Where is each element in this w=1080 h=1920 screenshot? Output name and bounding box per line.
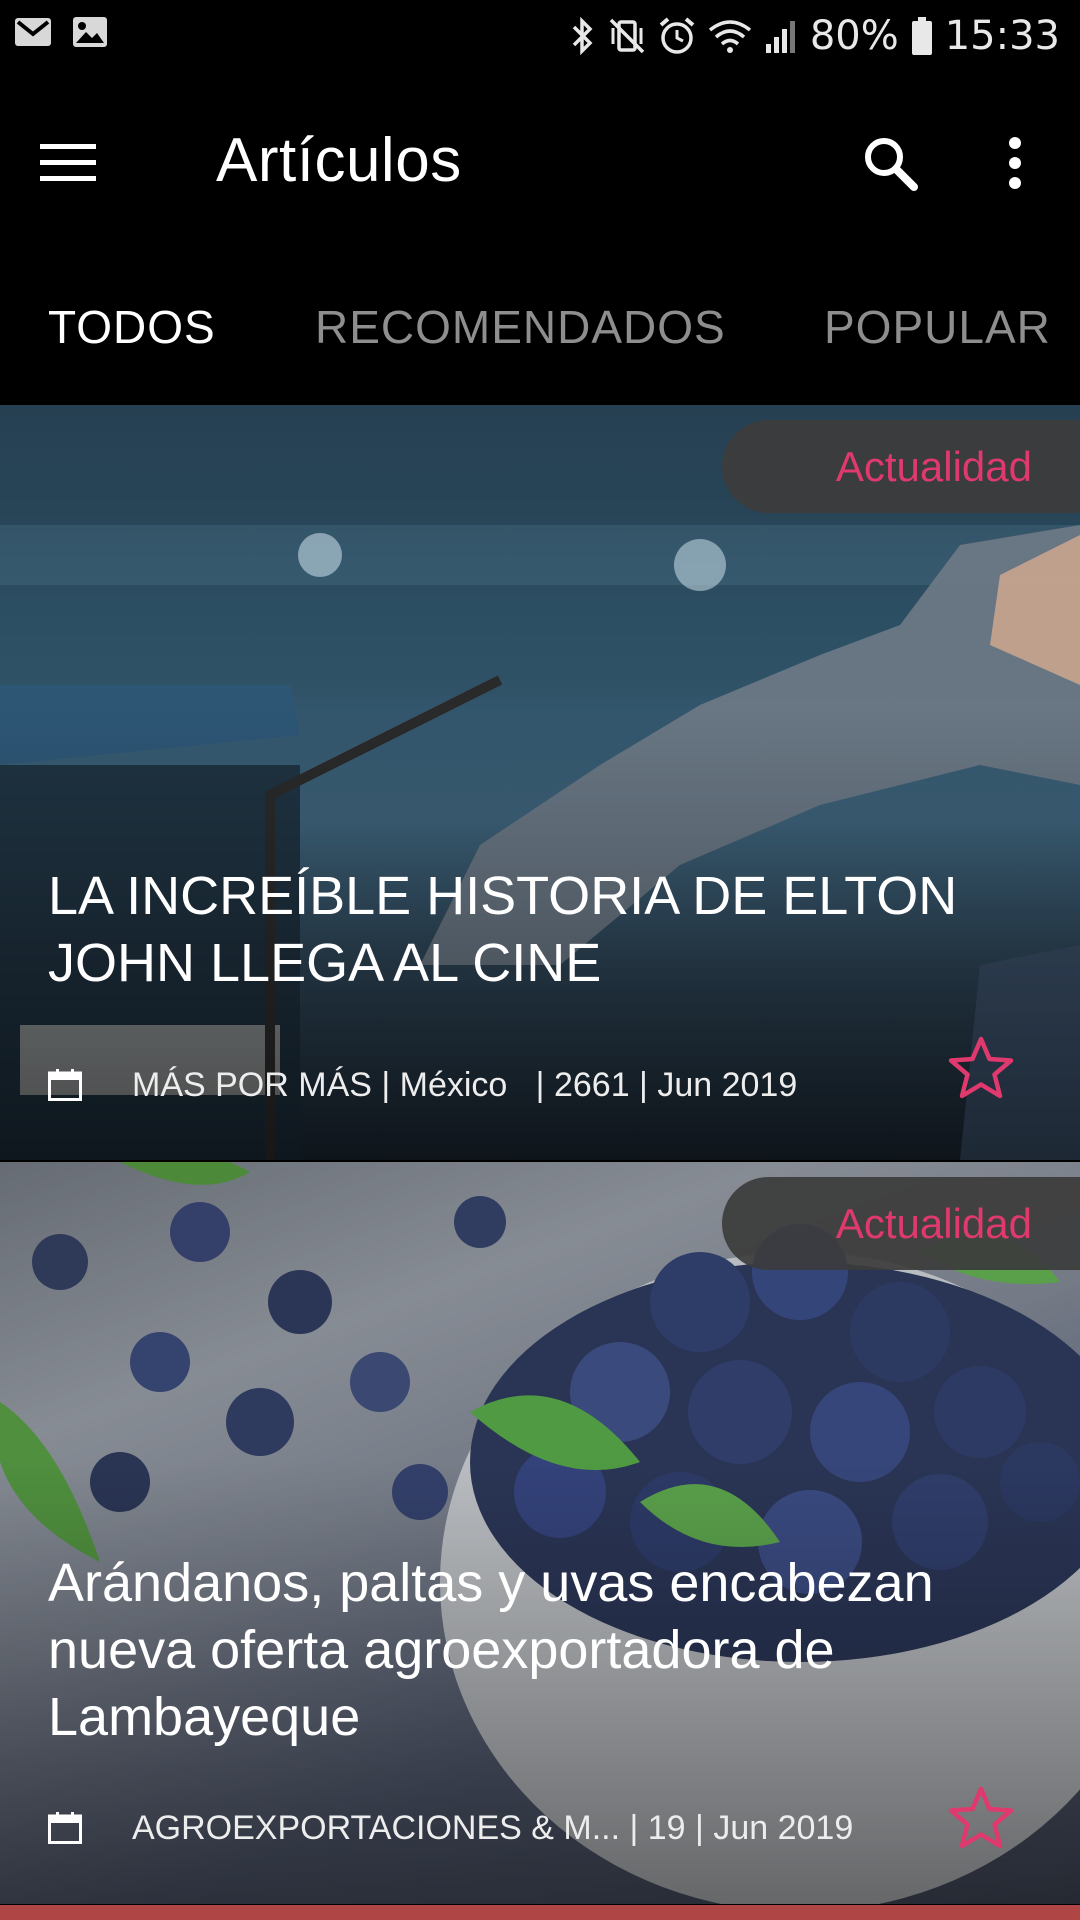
signal-icon — [764, 18, 798, 54]
article-title: Arándanos, paltas y uvas encabezan nueva… — [48, 1553, 934, 1747]
battery-icon — [911, 16, 933, 56]
calendar-icon — [48, 1812, 82, 1844]
article-meta: AGROEXPORTACIONES & M... | 19 | Jun 2019 — [48, 1798, 853, 1858]
image-overlay — [0, 405, 1080, 1160]
alarm-icon — [658, 16, 696, 56]
notification-icons — [14, 16, 108, 48]
tab-todos[interactable]: TODOS — [48, 300, 216, 354]
gallery-icon — [72, 16, 108, 48]
page-title: Artículos — [216, 126, 462, 195]
wifi-icon — [708, 16, 752, 56]
menu-icon — [40, 142, 96, 189]
battery-percent: 80% — [809, 13, 899, 59]
gmail-icon — [14, 17, 52, 47]
article-meta: MÁS POR MÁS | México | 2661 | Jun 2019 — [48, 1055, 797, 1115]
tab-bar: TODOS RECOMENDADOS POPULAR — [0, 250, 1080, 405]
app-bar: Artículos — [0, 75, 1080, 250]
search-icon — [862, 135, 918, 196]
search-button[interactable] — [850, 125, 930, 205]
article-card-partial[interactable] — [0, 1905, 1080, 1920]
article-card[interactable]: Actualidad LA INCREÍBLE HISTORIA DE ELTO… — [0, 405, 1080, 1160]
status-bar: 80% 15:33 — [0, 0, 1080, 75]
overflow-menu-button[interactable] — [975, 125, 1055, 205]
calendar-icon — [48, 1069, 82, 1101]
tab-recomendados[interactable]: RECOMENDADOS — [315, 300, 726, 354]
image-overlay — [0, 1162, 1080, 1904]
vibrate-icon — [608, 16, 646, 56]
more-vert-icon — [1005, 136, 1025, 195]
article-meta-text: AGROEXPORTACIONES & M... | 19 | Jun 2019 — [132, 1808, 854, 1847]
favorite-button[interactable] — [946, 1035, 1016, 1105]
star-outline-icon — [947, 1035, 1015, 1106]
category-badge[interactable]: Actualidad — [722, 420, 1080, 513]
menu-button[interactable] — [40, 125, 130, 205]
article-card[interactable]: Actualidad Arándanos, paltas y uvas enca… — [0, 1162, 1080, 1904]
article-meta-text: MÁS POR MÁS | México | 2661 | Jun 2019 — [132, 1065, 798, 1104]
tab-popular[interactable]: POPULAR — [824, 300, 1051, 354]
star-outline-icon — [947, 1785, 1015, 1856]
category-badge[interactable]: Actualidad — [722, 1177, 1080, 1270]
favorite-button[interactable] — [946, 1785, 1016, 1855]
bluetooth-icon — [570, 16, 596, 56]
system-status: 80% 15:33 — [570, 10, 1060, 62]
clock: 15:33 — [944, 13, 1060, 59]
article-title: LA INCREÍBLE HISTORIA DE ELTON JOHN LLEG… — [48, 866, 958, 993]
